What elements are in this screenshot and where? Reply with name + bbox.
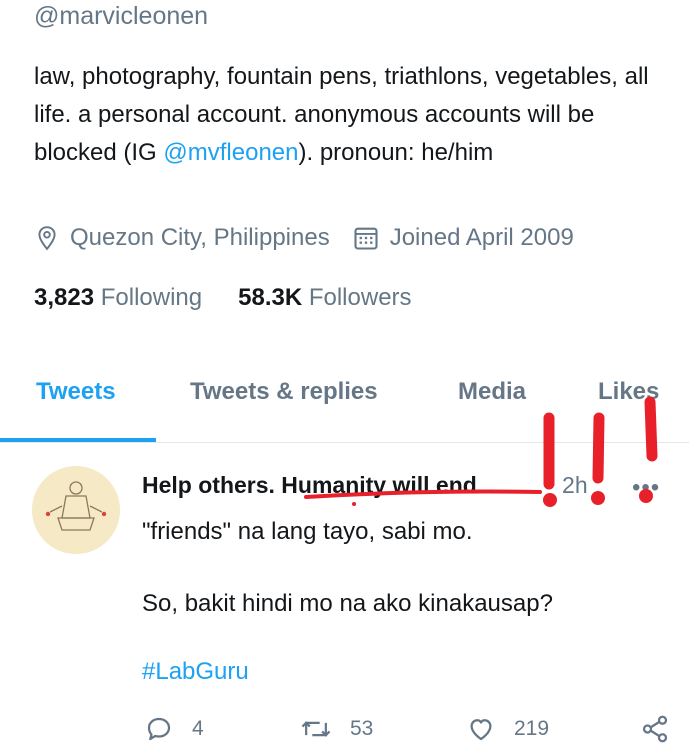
tweet-more-icon[interactable]: ••• [632,474,660,502]
calendar-icon [354,227,378,250]
following-link[interactable]: 3,823 Following [34,284,202,312]
annotation-exclaim-2-dot [591,491,605,505]
active-tab-indicator [0,438,156,442]
avatar-illustration [32,466,120,554]
followers-label: Followers [308,284,412,311]
tab-media[interactable]: Media [458,378,526,406]
share-icon [642,715,668,743]
profile-handle: @marvicleonen [34,2,209,30]
retweet-icon [301,721,331,737]
retweet-button[interactable]: 53 [300,714,373,744]
tweet-hashtag[interactable]: #LabGuru [142,658,249,686]
location-pin-icon [38,226,56,251]
profile-joined: Joined April 2009 [352,224,574,252]
bio-instagram-link[interactable]: @mvfleonen [163,139,298,166]
followers-count: 58.3K [238,284,303,311]
like-count: 219 [514,717,550,740]
profile-meta: Quezon City, Philippines Joined April 20… [34,224,596,252]
tweet-text-line-2: So, bakit hindi mo na ako kinakausap? [142,590,553,617]
tweet-timestamp[interactable]: · 2h [548,472,588,499]
like-button[interactable]: 219 [466,714,549,744]
tweet-actions: 4 53 219 [142,714,682,750]
tab-likes[interactable]: Likes [598,378,659,406]
following-label: Following [100,284,203,311]
following-count: 3,823 [34,284,95,311]
joined-text: Joined April 2009 [389,224,574,251]
profile-location: Quezon City, Philippines [34,224,330,252]
tweet-text-line-1: "friends" na lang tayo, sabi mo. [142,518,473,545]
tweet-author-name[interactable]: Help others. Humanity will end... [142,472,496,499]
profile-stats: 3,823 Following 58.3K Followers [34,284,448,312]
avatar[interactable] [32,466,120,554]
reply-count: 4 [192,717,204,740]
bio-text-end: ). pronoun: he/him [298,139,494,166]
heart-icon [470,719,492,741]
annotation-dot-small [352,502,356,506]
reply-button[interactable]: 4 [144,714,204,744]
profile-bio: law, photography, fountain pens, triathl… [34,58,674,172]
location-text: Quezon City, Philippines [70,224,330,251]
reply-icon [147,717,171,741]
retweet-count: 53 [350,717,374,740]
tab-tweets-replies[interactable]: Tweets & replies [190,378,378,406]
share-button[interactable] [640,714,670,744]
tab-tweets[interactable]: Tweets [36,378,116,406]
profile-tabs: Tweets Tweets & replies Media Likes [0,360,689,443]
followers-link[interactable]: 58.3K Followers [238,284,411,312]
